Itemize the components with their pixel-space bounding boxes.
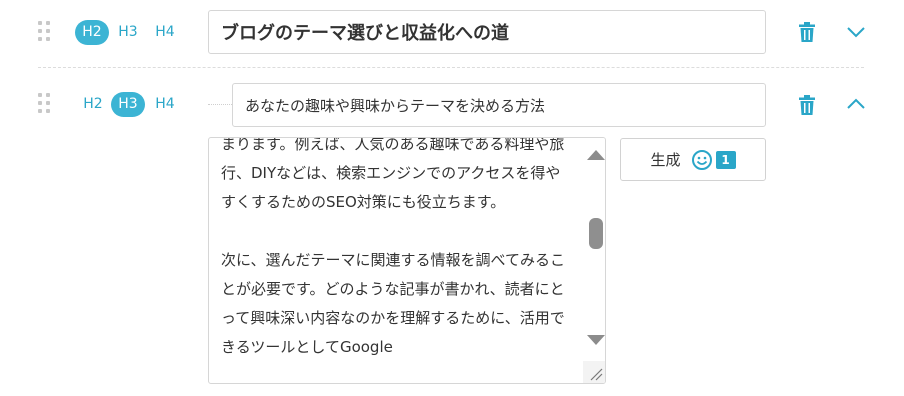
- section-content-textarea[interactable]: まります。例えば、人気のある趣味である料理や旅行、DIYなどは、検索エンジンでの…: [208, 137, 606, 384]
- resize-grip-icon: [590, 368, 603, 381]
- heading-level-h4-button[interactable]: H4: [150, 20, 180, 45]
- subsection-title-text: あなたの趣味や興味からテーマを決める方法: [245, 96, 546, 115]
- generate-button[interactable]: 生成 1: [620, 138, 766, 181]
- trash-icon[interactable]: [798, 22, 816, 42]
- smile-face-icon: [691, 149, 712, 170]
- subsection-title-input[interactable]: あなたの趣味や興味からテーマを決める方法: [232, 83, 766, 127]
- textarea-scrollbar[interactable]: [583, 138, 605, 383]
- heading-level-h3-button[interactable]: H3: [111, 92, 145, 117]
- resize-handle[interactable]: [583, 361, 605, 383]
- heading-level-h2-button[interactable]: H2: [75, 20, 109, 45]
- section-content-text: まります。例えば、人気のある趣味である料理や旅行、DIYなどは、検索エンジンでの…: [221, 137, 565, 356]
- nesting-connector-line: [208, 104, 232, 105]
- heading-level-h4-button[interactable]: H4: [150, 92, 180, 117]
- section-divider: [38, 67, 864, 68]
- heading-level-h3-button[interactable]: H3: [113, 20, 143, 45]
- drag-handle-icon[interactable]: [38, 21, 50, 43]
- section-title-input[interactable]: ブログのテーマ選びと収益化への道: [208, 10, 766, 54]
- trash-icon[interactable]: [798, 95, 816, 115]
- section-title-text: ブログのテーマ選びと収益化への道: [221, 23, 509, 44]
- scrollbar-thumb[interactable]: [589, 218, 603, 249]
- generate-count-badge: 1: [715, 150, 736, 169]
- generate-button-label: 生成: [650, 151, 681, 169]
- chevron-up-icon[interactable]: [846, 94, 866, 114]
- drag-handle-icon[interactable]: [38, 93, 50, 115]
- scroll-down-arrow-icon[interactable]: [587, 335, 605, 345]
- chevron-down-icon[interactable]: [846, 22, 866, 42]
- heading-level-h2-button[interactable]: H2: [78, 92, 108, 117]
- scroll-up-arrow-icon[interactable]: [587, 150, 605, 160]
